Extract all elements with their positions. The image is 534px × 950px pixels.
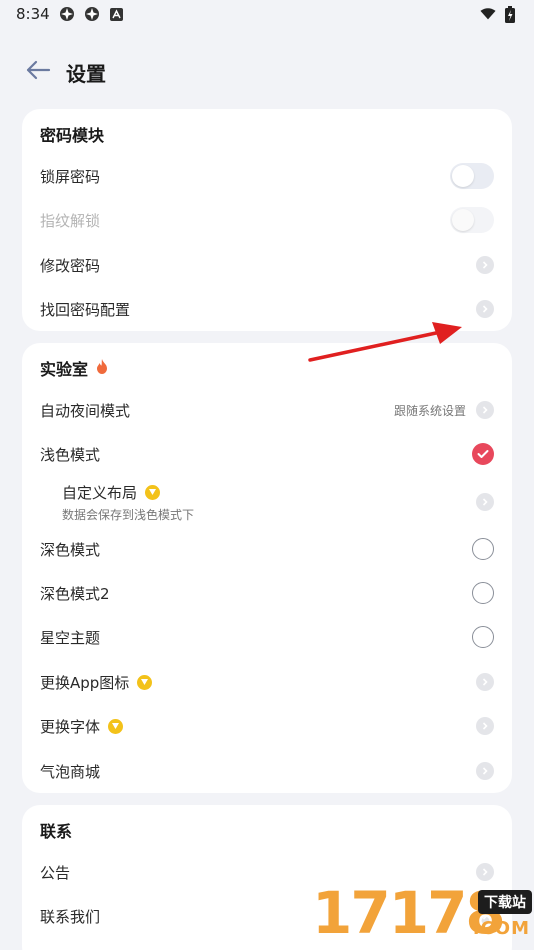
starry-theme-radio[interactable] [472,626,494,648]
custom-layout-description: 数据会保存到浅色模式下 [62,507,195,522]
dark-mode-radio[interactable] [472,538,494,560]
chevron-right-icon [476,717,494,735]
row-label: 指纹解锁 [40,211,101,230]
row-label: 深色模式 [40,540,101,559]
section-title: 联系 [40,822,73,841]
lock-screen-password-toggle[interactable] [450,163,494,189]
follow-system-setting-text: 跟随系统设置 [393,403,466,418]
fingerprint-unlock-row: 指纹解锁 [22,198,512,242]
row-label: 更换App图标 [40,672,153,693]
vip-badge-icon [108,718,124,734]
page-title: 设置 [66,61,106,86]
dark-mode-row[interactable]: 深色模式 [22,527,512,571]
battery-charging-icon [502,5,518,23]
row-label: 浅色模式 [40,445,101,464]
row-label: 公告 [40,863,71,882]
vip-badge-icon [145,484,161,500]
change-password-row[interactable]: 修改密码 [22,243,512,287]
chevron-right-icon [476,401,494,419]
lock-screen-password-row[interactable]: 锁屏密码 [22,154,512,198]
app-notification-icon [84,6,100,22]
row-label: 修改密码 [40,256,101,275]
wifi-icon [480,6,496,22]
change-app-icon-label: 更换App图标 [40,673,130,692]
fingerprint-unlock-toggle [450,207,494,233]
change-app-icon-row[interactable]: 更换App图标 [22,660,512,704]
status-time: 8:34 [16,5,50,23]
chevron-right-icon [476,673,494,691]
chevron-right-icon [476,762,494,780]
row-label: 星空主题 [40,628,101,647]
arrow-left-icon [25,60,51,84]
dark-mode-2-row[interactable]: 深色模式2 [22,571,512,615]
dark-mode-2-radio[interactable] [472,582,494,604]
section-title: 实验室 [40,356,108,380]
chevron-right-icon [476,256,494,274]
fire-icon [96,358,108,378]
auto-night-mode-row[interactable]: 自动夜间模式 跟随系统设置 [22,388,512,432]
row-label: 自动夜间模式 [40,401,131,420]
row-label: 更换字体 [40,716,124,737]
password-section-card: 密码模块 锁屏密码 指纹解锁 修改密码 找回密码配置 [22,109,512,331]
app-bar: 设置 [0,50,534,94]
watermark-tag: 下载站 [478,890,532,914]
custom-layout-row[interactable]: 自定义布局 数据会保存到浅色模式下 [22,477,512,527]
light-mode-radio[interactable] [472,443,494,465]
light-mode-row[interactable]: 浅色模式 [22,432,512,476]
chevron-right-icon [476,300,494,318]
bubble-store-row[interactable]: 气泡商城 [22,749,512,793]
chevron-right-icon [476,493,494,511]
font-app-icon [109,6,125,22]
section-title: 密码模块 [40,126,105,145]
row-label: 找回密码配置 [40,300,131,319]
custom-layout-label: 自定义布局 [62,483,138,502]
row-label: 深色模式2 [40,584,110,603]
change-font-row[interactable]: 更换字体 [22,704,512,748]
annotation-arrow-icon [308,322,462,362]
vip-badge-icon [137,674,153,690]
watermark-domain: .COM [472,918,530,939]
back-button[interactable] [14,50,62,94]
section-title-label: 实验室 [40,360,89,379]
starry-theme-row[interactable]: 星空主题 [22,615,512,659]
row-label: 锁屏密码 [40,167,101,186]
row-label: 气泡商城 [40,762,101,781]
app-notification-icon [59,6,75,22]
watermark-logo: 17178 下载站 .COM [312,882,534,950]
status-bar: 8:34 [0,0,534,28]
lab-section-card: 实验室 自动夜间模式 跟随系统设置 浅色模式 自定义布局 数据会保存到浅色模式下… [22,343,512,793]
row-label: 联系我们 [40,907,101,926]
change-font-label: 更换字体 [40,717,101,736]
row-label: 自定义布局 [62,482,194,503]
